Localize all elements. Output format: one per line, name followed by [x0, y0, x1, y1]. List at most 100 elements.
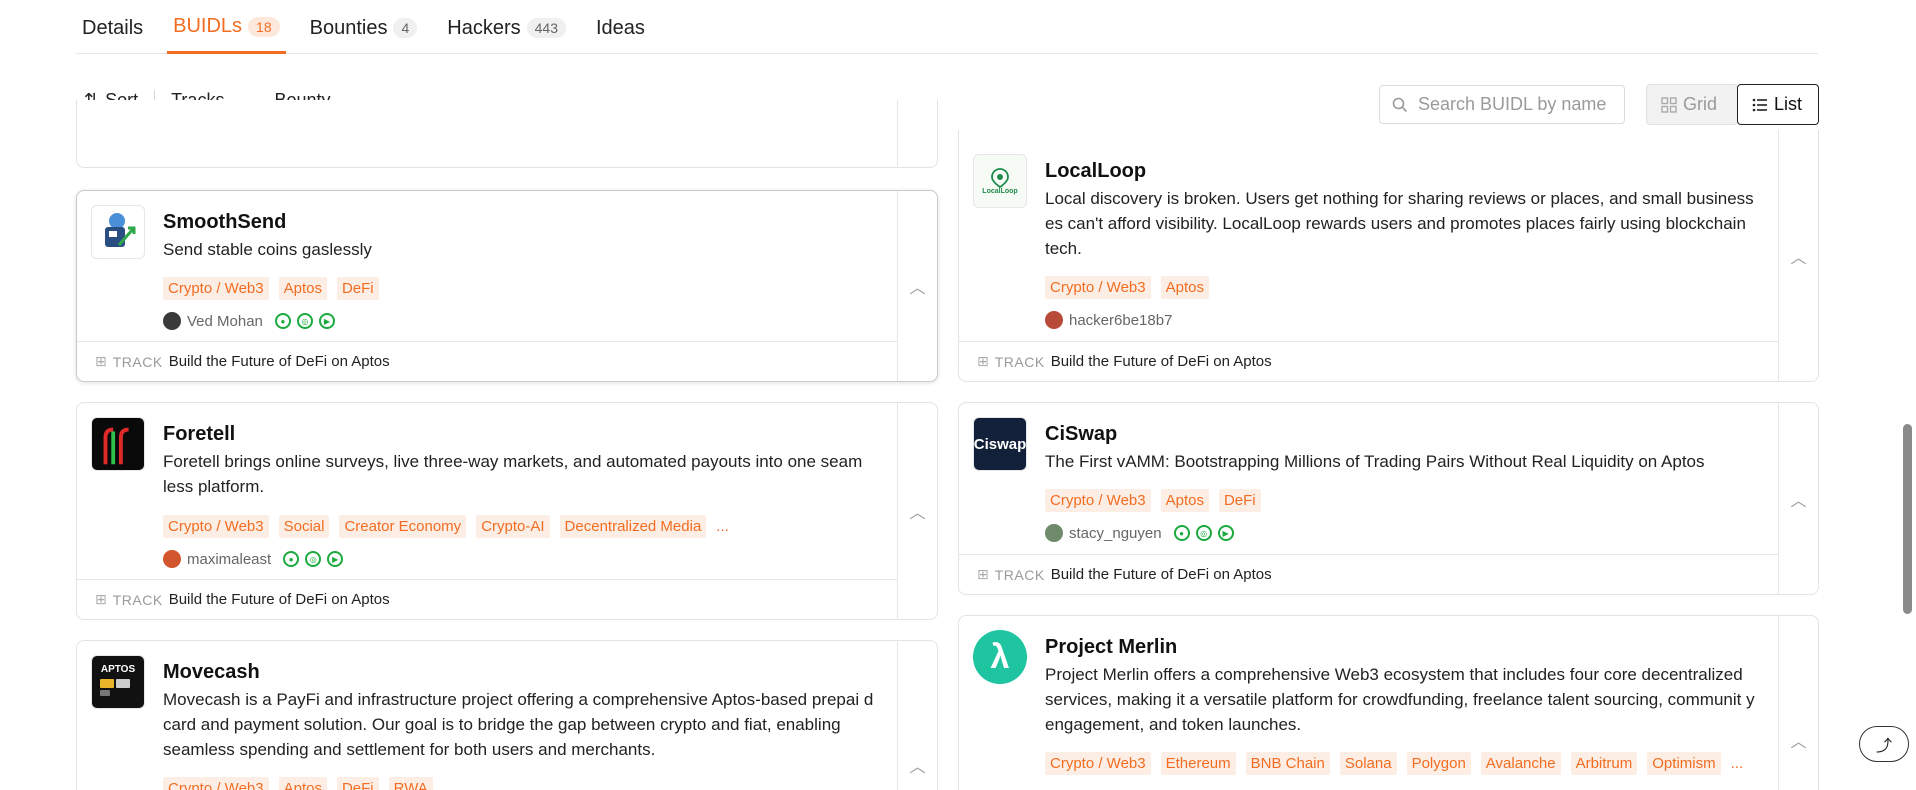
- tag[interactable]: Creator Economy: [339, 515, 467, 538]
- tag[interactable]: Solana: [1339, 752, 1397, 775]
- tag[interactable]: Crypto / Web3: [1045, 489, 1151, 512]
- author-name[interactable]: stacy_nguyen: [1069, 525, 1162, 542]
- collapse-button[interactable]: ︿: [897, 641, 937, 790]
- tag[interactable]: Aptos: [278, 277, 327, 300]
- tag[interactable]: Social: [278, 515, 330, 538]
- collapse-button[interactable]: ︿: [897, 403, 937, 619]
- tag[interactable]: DeFi: [336, 777, 379, 790]
- track-name[interactable]: Build the Future of DeFi on Aptos: [169, 591, 390, 608]
- buidl-card-foretell[interactable]: Foretell Foretell brings online surveys,…: [76, 402, 938, 620]
- tab-details[interactable]: Details: [76, 2, 149, 54]
- tag[interactable]: BNB Chain: [1245, 752, 1330, 775]
- project-logo: [91, 417, 145, 471]
- buidl-card-localloop[interactable]: LocalLoop LocalLoop Local discovery is b…: [958, 130, 1819, 382]
- collapse-button[interactable]: ︿: [1778, 130, 1818, 381]
- tag[interactable]: Crypto / Web3: [1045, 276, 1151, 299]
- track-label: TRACK: [994, 566, 1045, 583]
- github-icon[interactable]: ●: [283, 551, 300, 567]
- buidl-card-project-merlin[interactable]: λ Project Merlin Project Merlin offers a…: [958, 615, 1819, 790]
- project-logo: [91, 205, 145, 259]
- grid-label: Grid: [1683, 94, 1718, 114]
- lambda-icon: λ: [990, 637, 1010, 676]
- globe-icon[interactable]: ◎: [1195, 525, 1212, 541]
- project-description: Send stable coins gaslessly: [163, 240, 372, 259]
- tab-ideas[interactable]: Ideas: [590, 2, 651, 54]
- tag[interactable]: Crypto / Web3: [163, 277, 269, 300]
- tab-label: Details: [82, 16, 144, 39]
- tag[interactable]: DeFi: [1218, 489, 1261, 512]
- grid-view-button[interactable]: Grid: [1646, 84, 1738, 125]
- tag[interactable]: Aptos: [278, 777, 327, 790]
- tag[interactable]: Avalanche: [1480, 752, 1561, 775]
- project-title[interactable]: Project Merlin: [1045, 636, 1177, 659]
- project-title[interactable]: Movecash: [163, 661, 260, 684]
- project-logo: APTOS: [91, 655, 145, 709]
- project-title[interactable]: CiSwap: [1045, 423, 1117, 446]
- play-icon[interactable]: ▶: [1217, 525, 1234, 541]
- collapse-area[interactable]: [897, 100, 937, 167]
- smoothsend-logo-icon: [105, 213, 136, 247]
- tag[interactable]: Aptos: [1160, 276, 1209, 299]
- tag[interactable]: Crypto-AI: [476, 515, 550, 538]
- tag[interactable]: Crypto / Web3: [1045, 752, 1151, 775]
- author-name[interactable]: hacker6be18b7: [1069, 312, 1172, 329]
- logo-text: APTOS: [100, 664, 136, 675]
- author-name[interactable]: maximaleast: [187, 551, 271, 568]
- project-logo: Ciswap: [973, 417, 1027, 471]
- scrollbar-thumb[interactable]: [1903, 424, 1912, 614]
- collapse-button[interactable]: ︿: [1778, 616, 1818, 790]
- track-name[interactable]: Build the Future of DeFi on Aptos: [169, 353, 390, 370]
- globe-icon[interactable]: ◎: [305, 551, 322, 567]
- avatar[interactable]: [163, 312, 181, 330]
- more-tags[interactable]: ...: [716, 518, 729, 535]
- grid-icon: [1661, 96, 1677, 113]
- tag[interactable]: DeFi: [336, 277, 379, 300]
- tag[interactable]: Decentralized Media: [559, 515, 707, 538]
- list-label: List: [1774, 94, 1803, 114]
- author-row: stacy_nguyen ● ◎ ▶: [1045, 524, 1234, 542]
- share-button[interactable]: ⤴: [1859, 726, 1909, 762]
- tag[interactable]: Ethereum: [1160, 752, 1236, 775]
- tag[interactable]: Optimism: [1647, 752, 1721, 775]
- tag-list: Crypto / Web3 Ethereum BNB Chain Solana …: [1045, 752, 1743, 775]
- avatar[interactable]: [1045, 311, 1063, 329]
- play-icon[interactable]: ▶: [318, 313, 335, 329]
- tag[interactable]: Crypto / Web3: [163, 515, 269, 538]
- github-icon[interactable]: ●: [274, 313, 291, 329]
- buidl-card-smoothsend[interactable]: SmoothSend Send stable coins gaslessly C…: [76, 190, 938, 382]
- github-icon[interactable]: ●: [1173, 525, 1190, 541]
- buidl-card-ciswap[interactable]: Ciswap CiSwap The First vAMM: Bootstrapp…: [958, 402, 1819, 595]
- share-icon: ⤴: [1876, 738, 1893, 755]
- search-icon: [1392, 97, 1408, 112]
- play-icon[interactable]: ▶: [327, 551, 344, 567]
- track-name[interactable]: Build the Future of DeFi on Aptos: [1051, 353, 1272, 370]
- globe-icon[interactable]: ◎: [296, 313, 313, 329]
- tab-bounties[interactable]: Bounties 4: [304, 2, 424, 54]
- more-tags[interactable]: ...: [1731, 755, 1744, 772]
- tag[interactable]: Crypto / Web3: [163, 777, 269, 790]
- chevron-up-icon: ︿: [909, 505, 926, 522]
- author-name[interactable]: Ved Mohan: [187, 313, 263, 330]
- collapse-button[interactable]: ︿: [897, 191, 937, 381]
- avatar[interactable]: [1045, 524, 1063, 542]
- avatar[interactable]: [163, 550, 181, 568]
- tab-buidls[interactable]: BUIDLs 18: [167, 2, 286, 54]
- project-title[interactable]: SmoothSend: [163, 211, 286, 234]
- track-name[interactable]: Build the Future of DeFi on Aptos: [1051, 566, 1272, 583]
- chevron-up-icon: ︿: [909, 759, 926, 776]
- track-icon: ⊞: [977, 353, 989, 369]
- tag[interactable]: Polygon: [1406, 752, 1471, 775]
- collapse-button[interactable]: ︿: [1778, 403, 1818, 594]
- project-title[interactable]: Foretell: [163, 423, 235, 446]
- list-view-button[interactable]: List: [1737, 84, 1819, 125]
- tag[interactable]: Aptos: [1160, 489, 1209, 512]
- author-row: Ved Mohan ● ◎ ▶: [163, 312, 335, 330]
- tab-hackers[interactable]: Hackers 443: [441, 2, 572, 54]
- tag[interactable]: RWA: [388, 777, 433, 790]
- search-input[interactable]: [1418, 94, 1608, 115]
- project-title[interactable]: LocalLoop: [1045, 160, 1146, 183]
- buidl-card-partial[interactable]: [76, 100, 938, 168]
- tag[interactable]: Arbitrum: [1570, 752, 1638, 775]
- buidl-card-movecash[interactable]: APTOS Movecash Movecash is a PayFi and i…: [76, 640, 938, 790]
- scrollbar[interactable]: [1898, 0, 1916, 790]
